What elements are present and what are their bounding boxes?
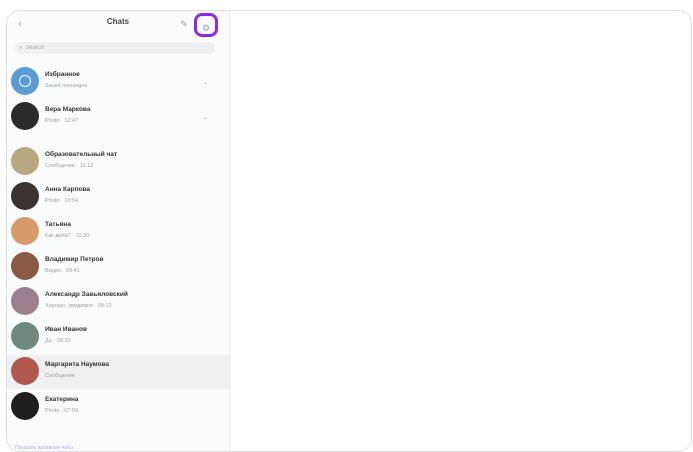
avatar (11, 217, 39, 245)
chat-list-item[interactable]: Избранное Saved messages ⌄ (7, 65, 229, 99)
chat-name: Анна Карпова (45, 186, 91, 193)
conversation-pane (230, 11, 691, 451)
sidebar-header: ‹ Chats ✎ ⚙ (7, 11, 229, 37)
chat-name: Вера Маркова (45, 106, 91, 113)
chat-preview: Да · 08:33 (45, 338, 71, 344)
chat-name: Избранное (45, 71, 80, 78)
chat-list-item[interactable]: Татьяна Как дела? · 10:20 (7, 215, 229, 249)
avatar (11, 182, 39, 210)
chat-preview: Photo · 07:59 (45, 408, 79, 414)
chat-name: Татьяна (45, 221, 71, 228)
avatar (11, 357, 39, 385)
chat-list-item[interactable]: Александр Завьяловский Хорошо, увидимся ·… (7, 285, 229, 319)
chat-name: Маргарита Наумова (45, 361, 110, 368)
chat-preview: Как дела? · 10:20 (45, 233, 90, 239)
app-window: ‹ Chats ✎ ⚙ ⌕ ИзбранноеSaved messages⌄Ве… (6, 10, 692, 452)
search-bar[interactable]: ⌕ (15, 42, 215, 54)
compose-icon[interactable]: ✎ (177, 17, 191, 31)
chat-name: Александр Завьяловский (45, 291, 128, 298)
avatar (11, 67, 39, 95)
chat-list-item[interactable]: Владимир Петров Видео · 09:41 (7, 250, 229, 284)
chat-list-item[interactable]: Екатерина Photo · 07:59 (7, 390, 229, 424)
chat-list-item[interactable]: Анна Карпова Photo · 10:54 (7, 180, 229, 214)
search-icon: ⌕ (19, 44, 23, 51)
chat-name: Владимир Петров (45, 256, 104, 263)
settings-icon[interactable]: ⚙ (194, 13, 218, 37)
archive-link[interactable]: Показать архивные чаты (15, 445, 73, 451)
chat-list-item[interactable]: Иван Иванов Да · 08:33 (7, 320, 229, 354)
avatar (11, 252, 39, 280)
chat-name: Образовательный чат (45, 151, 118, 158)
chat-list-item[interactable]: Вера Маркова Photo · 12:47 ⌄ (7, 100, 229, 134)
chat-list-item[interactable]: Маргарита Наумова Сообщение (7, 355, 229, 389)
search-input[interactable] (25, 45, 196, 51)
chat-name: Екатерина (45, 396, 79, 403)
avatar (11, 392, 39, 420)
pin-icon: ⌄ (203, 115, 209, 121)
chat-preview: Photo · 12:47 (45, 118, 79, 124)
chat-preview: Photo · 10:54 (45, 198, 79, 204)
avatar (11, 147, 39, 175)
avatar (11, 322, 39, 350)
chat-sidebar: ‹ Chats ✎ ⚙ ⌕ ИзбранноеSaved messages⌄Ве… (7, 11, 230, 451)
chat-preview: Сообщение (45, 373, 75, 379)
chat-preview: Видео · 09:41 (45, 268, 80, 274)
chat-preview: Сообщение · 11:12 (45, 163, 94, 169)
chat-preview: Saved messages (45, 83, 88, 89)
chat-preview: Хорошо, увидимся · 09:12 (45, 303, 112, 309)
chat-list-item[interactable]: Образовательный чат Сообщение · 11:12 (7, 145, 229, 179)
chat-name: Иван Иванов (45, 326, 88, 333)
avatar (11, 102, 39, 130)
pin-icon: ⌄ (203, 80, 209, 86)
avatar (11, 287, 39, 315)
